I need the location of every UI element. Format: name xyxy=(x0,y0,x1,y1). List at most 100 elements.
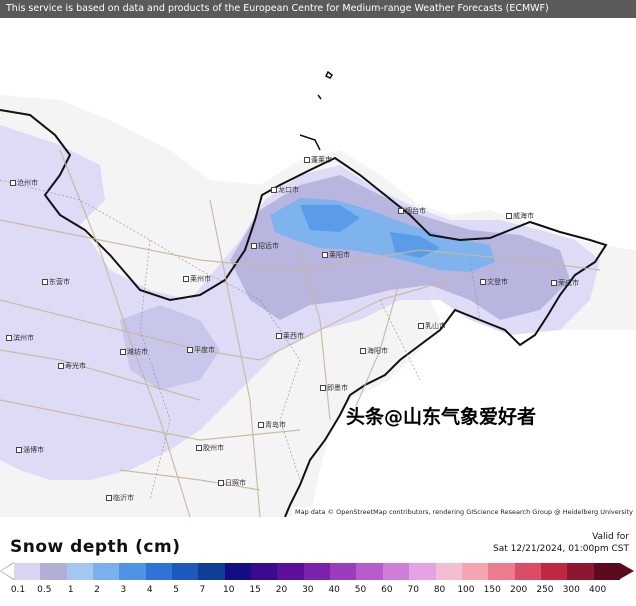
city-dot-icon xyxy=(322,252,328,258)
scale-tick-label: 40 xyxy=(328,585,340,595)
city-label: 胶州市 xyxy=(196,443,224,453)
city-label: 沧州市 xyxy=(10,178,38,188)
scale-tick-label: 0.5 xyxy=(37,585,52,595)
map-canvas xyxy=(0,0,636,517)
city-dot-icon xyxy=(218,480,224,486)
legend-panel: Snow depth (cm) Valid for Sat 12/21/2024… xyxy=(0,517,636,606)
scale-tick-label: 0.1 xyxy=(10,585,26,595)
watermark-text: 头条@山东气象爱好者 xyxy=(346,406,537,428)
city-dot-icon xyxy=(398,208,404,214)
scale-tick-label: 3 xyxy=(120,585,127,595)
scale-tick-label: 100 xyxy=(457,585,475,595)
color-swatch xyxy=(251,563,278,580)
city-dot-icon xyxy=(418,323,424,329)
city-dot-icon xyxy=(42,279,48,285)
city-label: 莱阳市 xyxy=(322,250,350,260)
city-label: 龙口市 xyxy=(271,185,299,195)
valid-time: Sat 12/21/2024, 01:00pm CST xyxy=(493,544,629,554)
city-dot-icon xyxy=(480,279,486,285)
city-label: 寿光市 xyxy=(58,361,86,371)
color-swatch xyxy=(461,563,489,580)
city-dot-icon xyxy=(187,347,193,353)
color-swatch xyxy=(330,563,357,580)
scale-tick-label: 300 xyxy=(562,585,580,595)
city-label: 青岛市 xyxy=(258,420,286,430)
city-label: 海阳市 xyxy=(360,346,388,356)
color-swatch xyxy=(198,563,225,580)
valid-for-label: Valid for xyxy=(592,532,629,542)
scale-tick-label: 250 xyxy=(536,585,554,595)
color-swatch xyxy=(488,563,515,580)
color-swatch xyxy=(119,563,146,580)
color-scale-ticks: 0.1 0.5 1 2 3 4 5 7 10 15 20 30 40 50 60 70 80 100 150 200 2… xyxy=(10,585,620,599)
legend-min-arrow xyxy=(1,563,14,579)
city-label: 招远市 xyxy=(251,241,279,251)
map-credit: Map data © OpenStreetMap contributors, r… xyxy=(292,507,636,517)
scale-tick-label: 60 xyxy=(381,585,393,595)
city-dot-icon xyxy=(551,280,557,286)
color-swatch xyxy=(40,563,67,580)
scale-tick-label: 400 xyxy=(589,585,607,595)
scale-tick-label: 4 xyxy=(146,585,153,595)
color-scale-bar xyxy=(14,563,620,580)
city-label: 莱州市 xyxy=(183,274,211,284)
city-label: 滨州市 xyxy=(6,333,34,343)
city-label: 蓬莱市 xyxy=(304,155,332,165)
scale-tick-label: 200 xyxy=(510,585,528,595)
color-swatch xyxy=(172,563,199,580)
scale-tick-label: 80 xyxy=(433,585,446,595)
city-dot-icon xyxy=(271,187,277,193)
city-dot-icon xyxy=(6,335,12,341)
city-label: 东营市 xyxy=(42,277,70,287)
color-swatch xyxy=(382,563,410,580)
city-dot-icon xyxy=(16,447,22,453)
color-swatch xyxy=(303,563,331,580)
ecmwf-attribution-banner: This service is based on data and produc… xyxy=(0,0,636,18)
city-dot-icon xyxy=(276,333,282,339)
city-dot-icon xyxy=(196,445,202,451)
city-dot-icon xyxy=(360,348,366,354)
scale-tick-label: 70 xyxy=(407,585,419,595)
legend-title: Snow depth (cm) xyxy=(10,537,181,557)
color-swatch xyxy=(567,563,594,580)
color-swatch xyxy=(66,563,94,580)
city-dot-icon xyxy=(58,363,64,369)
city-dot-icon xyxy=(10,180,16,186)
color-swatch xyxy=(435,563,462,580)
color-swatch xyxy=(224,563,252,580)
city-label: 淄博市 xyxy=(16,445,44,455)
city-dot-icon xyxy=(258,422,264,428)
city-dot-icon xyxy=(506,213,512,219)
city-label: 日照市 xyxy=(218,478,246,488)
city-dot-icon xyxy=(106,495,112,501)
scale-tick-label: 10 xyxy=(223,585,235,595)
city-label: 莱西市 xyxy=(276,331,304,341)
city-label: 潍坊市 xyxy=(120,347,148,357)
scale-tick-label: 30 xyxy=(302,585,314,595)
city-label: 临沂市 xyxy=(106,493,134,503)
city-label: 平度市 xyxy=(187,345,215,355)
city-dot-icon xyxy=(183,276,189,282)
color-swatch xyxy=(145,563,173,580)
scale-tick-label: 20 xyxy=(275,585,288,595)
snow-depth-map[interactable]: This service is based on data and produc… xyxy=(0,0,636,517)
legend-max-arrow xyxy=(620,563,634,579)
scale-tick-label: 7 xyxy=(199,585,206,595)
city-label: 威海市 xyxy=(506,211,534,221)
city-label: 文登市 xyxy=(480,277,508,287)
color-swatch xyxy=(409,563,436,580)
scale-tick-label: 2 xyxy=(94,585,100,595)
color-swatch xyxy=(277,563,304,580)
city-label: 乳山市 xyxy=(418,321,446,331)
scale-tick-label: 150 xyxy=(483,585,501,595)
city-dot-icon xyxy=(120,349,126,355)
city-dot-icon xyxy=(320,385,326,391)
color-swatch xyxy=(14,563,41,580)
scale-tick-label: 15 xyxy=(249,585,261,595)
city-label: 烟台市 xyxy=(398,206,426,216)
color-swatch xyxy=(93,563,120,580)
city-label: 荣成市 xyxy=(551,278,579,288)
color-swatch xyxy=(514,563,541,580)
city-label: 即墨市 xyxy=(320,383,348,393)
city-dot-icon xyxy=(304,157,310,163)
